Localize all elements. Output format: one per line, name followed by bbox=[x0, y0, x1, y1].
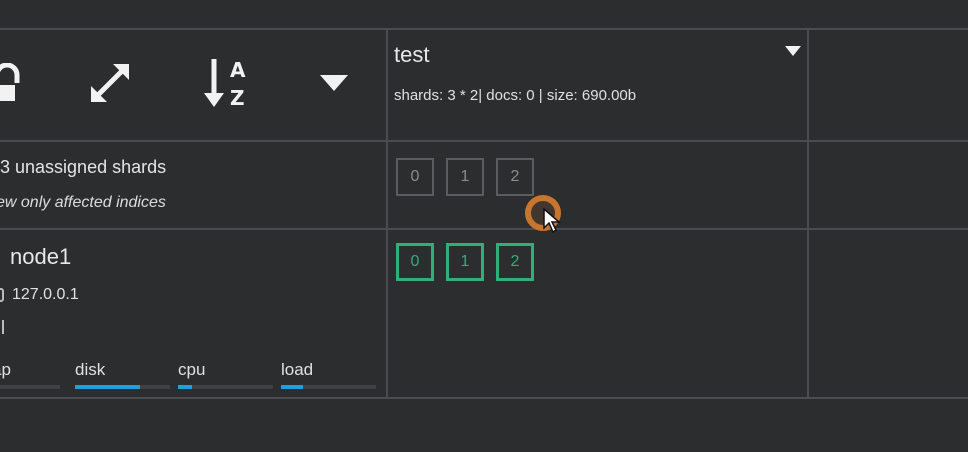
node-ip: 127.0.0.1 bbox=[12, 286, 79, 303]
started-shard-1[interactable]: 1 bbox=[446, 243, 484, 281]
metric-bar-disk bbox=[75, 385, 170, 389]
grid-line-top bbox=[0, 28, 968, 30]
metric-fill-cpu bbox=[178, 385, 193, 389]
node-extra-icon bbox=[0, 320, 4, 334]
ip-icon bbox=[0, 288, 4, 302]
caret-down-icon[interactable] bbox=[312, 48, 356, 118]
grid-line-node-bottom bbox=[0, 397, 968, 399]
unassigned-shard-1[interactable]: 1 bbox=[446, 158, 484, 196]
node-name[interactable]: node1 bbox=[10, 244, 71, 270]
grid-line-header-bottom bbox=[0, 140, 968, 142]
grid-line-col1 bbox=[386, 28, 388, 399]
index-name[interactable]: test bbox=[394, 42, 429, 68]
metric-bar-heap bbox=[0, 385, 60, 389]
started-shard-2[interactable]: 2 bbox=[496, 243, 534, 281]
lock-icon[interactable] bbox=[0, 48, 30, 118]
metric-label-cpu: cpu bbox=[178, 360, 206, 379]
svg-text:A: A bbox=[230, 58, 246, 82]
metric-label-heap: ap bbox=[0, 360, 11, 379]
index-menu-caret-icon[interactable] bbox=[784, 44, 802, 62]
unassigned-shard-2[interactable]: 2 bbox=[496, 158, 534, 196]
expand-arrows-icon[interactable] bbox=[82, 48, 138, 118]
sort-alpha-icon[interactable]: A Z bbox=[200, 48, 256, 118]
mouse-pointer-icon bbox=[543, 207, 562, 239]
metric-fill-disk bbox=[75, 385, 140, 389]
grid-line-unassigned-bottom bbox=[0, 228, 968, 230]
index-stats: shards: 3 * 2| docs: 0 | size: 690.00b bbox=[394, 87, 637, 104]
metric-label-load: load bbox=[281, 360, 314, 379]
svg-text:Z: Z bbox=[230, 86, 245, 110]
grid-line-col2 bbox=[807, 28, 809, 399]
unassigned-shard-0[interactable]: 0 bbox=[396, 158, 434, 196]
metric-bar-cpu bbox=[178, 385, 273, 389]
show-affected-indices-toggle[interactable]: ew only affected indices bbox=[0, 194, 166, 212]
started-shard-0[interactable]: 0 bbox=[396, 243, 434, 281]
unassigned-shards-summary: 3 unassigned shards bbox=[0, 157, 167, 177]
metric-fill-load bbox=[281, 385, 303, 389]
metric-bar-load bbox=[281, 385, 376, 389]
metric-label-disk: disk bbox=[75, 360, 106, 379]
